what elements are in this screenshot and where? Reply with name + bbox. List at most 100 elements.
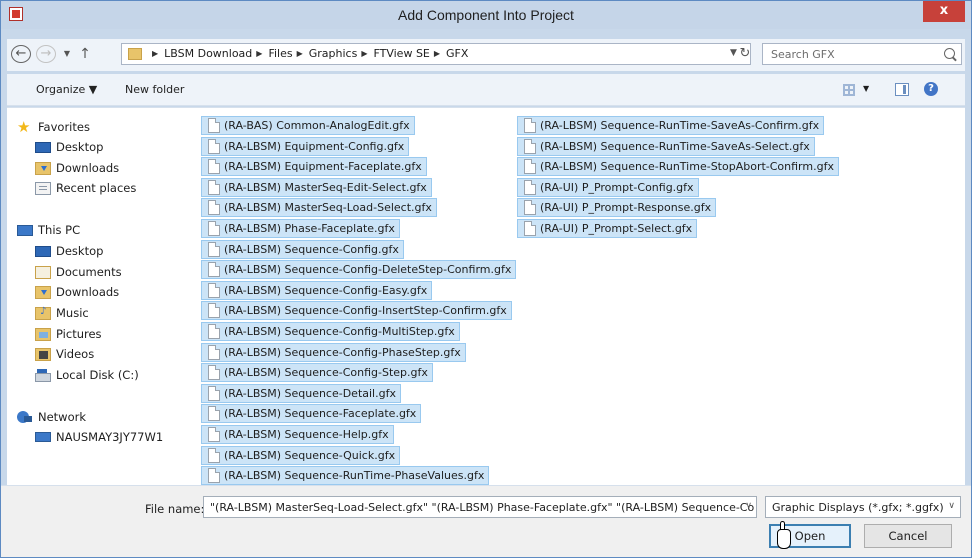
- breadcrumb-item[interactable]: GFX: [446, 47, 468, 60]
- file-name: (RA-LBSM) Sequence-Config.gfx: [224, 242, 399, 256]
- desktop-icon: [35, 245, 51, 257]
- file-name: (RA-LBSM) Sequence-Config-DeleteStep-Con…: [224, 263, 512, 277]
- breadcrumb-item[interactable]: LBSM Download: [164, 47, 252, 60]
- sidebar-item-network[interactable]: Network: [17, 408, 86, 426]
- file-name-input[interactable]: "(RA-LBSM) MasterSeq-Load-Select.gfx" "(…: [203, 496, 757, 518]
- preview-pane-icon[interactable]: [895, 83, 909, 96]
- organize-button[interactable]: Organize ▼: [36, 83, 97, 96]
- file-name: (RA-LBSM) Sequence-Config-Easy.gfx: [224, 283, 428, 297]
- sidebar-item-videos[interactable]: Videos: [35, 345, 94, 363]
- sidebar-item-label: Music: [56, 306, 89, 320]
- file-item[interactable]: (RA-LBSM) Sequence-RunTime-PhaseValues.g…: [201, 466, 490, 486]
- sidebar-item-label: Downloads: [56, 161, 120, 175]
- file-item[interactable]: (RA-LBSM) Sequence-Help.gfx: [201, 425, 394, 444]
- cancel-button[interactable]: Cancel: [864, 524, 952, 548]
- documents-icon: [35, 265, 51, 279]
- sidebar-item-local-disk[interactable]: Local Disk (C:): [35, 366, 139, 384]
- file-name: (RA-UI) P_Prompt-Response.gfx: [540, 201, 712, 215]
- help-icon[interactable]: ?: [924, 82, 938, 96]
- sidebar-item-pc-downloads[interactable]: Downloads: [35, 283, 119, 301]
- chevron-right-icon[interactable]: ▶: [256, 49, 262, 58]
- sidebar-item-label: Favorites: [38, 120, 90, 134]
- sidebar-item-pc-desktop[interactable]: Desktop: [35, 242, 103, 260]
- file-icon: [208, 303, 220, 319]
- sidebar-item-label: This PC: [38, 223, 81, 237]
- file-item[interactable]: (RA-LBSM) Sequence-Config.gfx: [201, 239, 404, 259]
- up-button[interactable]: ↑: [77, 44, 93, 64]
- file-icon: [208, 282, 220, 298]
- file-item[interactable]: (RA-LBSM) Sequence-Config-PhaseStep.gfx: [201, 342, 466, 362]
- search-icon[interactable]: [944, 48, 955, 59]
- file-name: (RA-LBSM) Sequence-RunTime-SaveAs-Select…: [540, 139, 810, 153]
- back-button[interactable]: ←: [11, 45, 31, 63]
- downloads-icon: [35, 161, 51, 175]
- file-item[interactable]: (RA-LBSM) Sequence-Config-InsertStep-Con…: [201, 301, 512, 321]
- file-icon: [208, 344, 220, 360]
- sidebar-item-label: Desktop: [56, 140, 104, 154]
- sidebar-item-network-computer[interactable]: NAUSMAY3JY77W1: [35, 428, 163, 446]
- file-item[interactable]: (RA-LBSM) Sequence-Config-MultiStep.gfx: [201, 322, 460, 341]
- search-input[interactable]: Search GFX: [762, 43, 962, 65]
- file-item[interactable]: (RA-LBSM) Sequence-RunTime-SaveAs-Confir…: [517, 116, 825, 135]
- file-item[interactable]: (RA-BAS) Common-AnalogEdit.gfx: [201, 116, 415, 135]
- chevron-down-icon[interactable]: ∨: [745, 501, 752, 511]
- file-item[interactable]: (RA-UI) P_Prompt-Config.gfx: [517, 177, 699, 197]
- chevron-right-icon[interactable]: ▶: [434, 49, 440, 58]
- sidebar-item-label: Pictures: [56, 327, 102, 341]
- file-item[interactable]: (RA-LBSM) Sequence-RunTime-SaveAs-Select…: [517, 136, 815, 156]
- file-item[interactable]: (RA-LBSM) Sequence-Config-Easy.gfx: [201, 280, 433, 300]
- breadcrumb-item[interactable]: FTView SE: [373, 47, 429, 60]
- forward-button[interactable]: →: [36, 45, 56, 63]
- sidebar-item-label: Network: [38, 410, 87, 424]
- sidebar-item-downloads[interactable]: Downloads: [35, 159, 119, 177]
- file-item[interactable]: (RA-UI) P_Prompt-Response.gfx: [517, 198, 717, 218]
- pictures-icon: [35, 327, 51, 341]
- file-item[interactable]: (RA-LBSM) Equipment-Config.gfx: [201, 136, 410, 156]
- breadcrumb-item[interactable]: Files: [268, 47, 292, 60]
- change-view-button[interactable]: ▼: [843, 82, 877, 98]
- navigation-pane: ★ Favorites Desktop Downloads Recent plac…: [7, 108, 189, 486]
- dialog-footer: File name: "(RA-LBSM) MasterSeq-Load-Sel…: [1, 485, 971, 557]
- recent-places-icon: [35, 181, 51, 195]
- file-list: (RA-BAS) Common-AnalogEdit.gfx (RA-LBSM) …: [189, 108, 965, 486]
- sidebar-item-this-pc[interactable]: This PC: [17, 221, 80, 239]
- file-item[interactable]: (RA-UI) P_Prompt-Select.gfx: [517, 219, 698, 238]
- sidebar-item-recent-places[interactable]: Recent places: [35, 179, 136, 197]
- chevron-right-icon[interactable]: ▶: [361, 49, 367, 58]
- file-icon: [208, 200, 220, 216]
- file-item[interactable]: (RA-LBSM) MasterSeq-Edit-Select.gfx: [201, 177, 432, 197]
- file-type-select[interactable]: Graphic Displays (*.gfx; *.ggfx) ∨: [765, 496, 961, 518]
- file-item[interactable]: (RA-LBSM) Sequence-RunTime-StopAbort-Con…: [517, 157, 839, 177]
- breadcrumb-item[interactable]: Graphics: [309, 47, 358, 60]
- sidebar-item-label: NAUSMAY3JY77W1: [56, 430, 164, 444]
- file-item[interactable]: (RA-LBSM) Sequence-Detail.gfx: [201, 383, 401, 403]
- sidebar-item-documents[interactable]: Documents: [35, 263, 122, 281]
- file-icon: [208, 241, 220, 257]
- file-item[interactable]: (RA-LBSM) Sequence-Config-DeleteStep-Con…: [201, 260, 517, 280]
- sidebar-item-pictures[interactable]: Pictures: [35, 325, 102, 343]
- close-button[interactable]: x: [923, 1, 965, 22]
- chevron-right-icon[interactable]: ▶: [152, 49, 158, 58]
- file-item[interactable]: (RA-LBSM) Phase-Faceplate.gfx: [201, 219, 400, 238]
- file-icon: [208, 406, 220, 422]
- sidebar-item-music[interactable]: Music: [35, 304, 89, 322]
- window-title: Add Component Into Project: [398, 7, 574, 23]
- chevron-down-icon: ∨: [948, 501, 955, 511]
- sidebar-item-desktop[interactable]: Desktop: [35, 138, 103, 156]
- file-item[interactable]: (RA-LBSM) MasterSeq-Load-Select.gfx: [201, 198, 437, 218]
- file-item[interactable]: (RA-LBSM) Sequence-Faceplate.gfx: [201, 404, 422, 424]
- file-item[interactable]: (RA-LBSM) Sequence-Config-Step.gfx: [201, 363, 433, 383]
- refresh-icon[interactable]: ↻: [735, 46, 755, 66]
- videos-icon: [35, 347, 51, 361]
- file-name: (RA-LBSM) Sequence-Detail.gfx: [224, 386, 396, 400]
- file-item[interactable]: (RA-LBSM) Sequence-Quick.gfx: [201, 445, 401, 465]
- recent-locations-dropdown[interactable]: ▼: [61, 44, 73, 64]
- new-folder-button[interactable]: New folder: [125, 83, 184, 96]
- sidebar-item-favorites[interactable]: ★ Favorites: [17, 118, 90, 136]
- file-name: (RA-LBSM) MasterSeq-Load-Select.gfx: [224, 201, 432, 215]
- chevron-right-icon[interactable]: ▶: [297, 49, 303, 58]
- file-item[interactable]: (RA-LBSM) Equipment-Faceplate.gfx: [201, 157, 427, 177]
- file-icon: [524, 221, 536, 236]
- address-bar[interactable]: ▶ LBSM Download ▶ Files ▶ Graphics ▶ FTV…: [121, 43, 751, 65]
- command-toolbar: Organize ▼ New folder ▼ ?: [7, 74, 965, 106]
